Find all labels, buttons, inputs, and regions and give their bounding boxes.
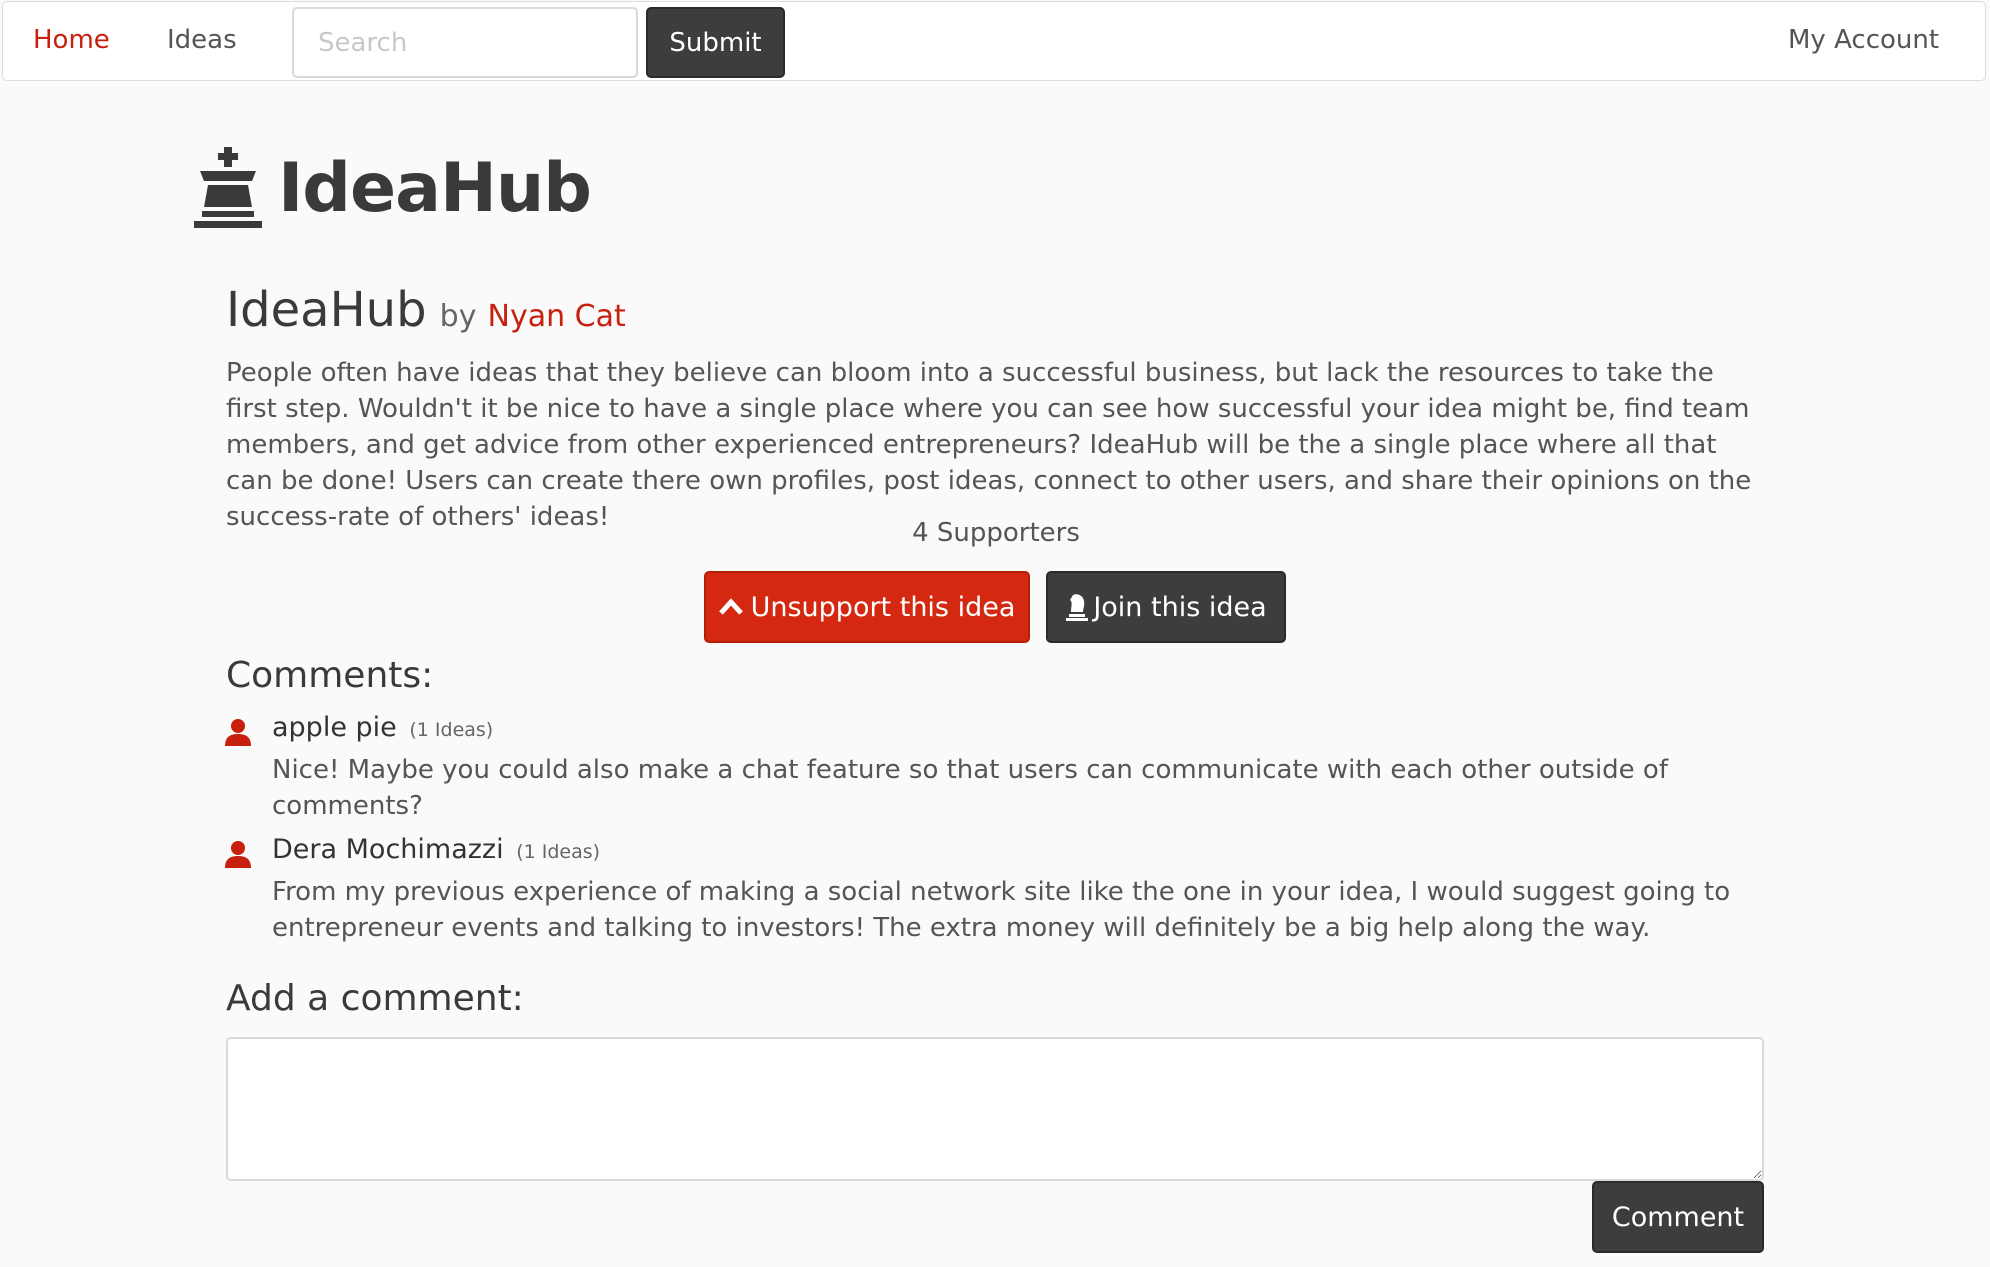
nav-ideas-link[interactable]: Ideas: [167, 25, 237, 55]
idea-by-label: by: [439, 299, 477, 334]
chess-king-icon: [194, 147, 262, 228]
comment-author: apple pie (1 Ideas): [272, 712, 493, 743]
search-input[interactable]: [292, 7, 638, 78]
comment-author-name: Dera Mochimazzi: [272, 834, 504, 865]
idea-title: IdeaHub: [226, 282, 427, 338]
my-account-link[interactable]: My Account: [1788, 25, 1939, 55]
nav-home-link[interactable]: Home: [33, 25, 110, 55]
comment-submit-button[interactable]: Comment: [1592, 1181, 1764, 1253]
comments-heading: Comments:: [226, 655, 434, 696]
brand-header: IdeaHub: [194, 143, 592, 233]
comment-author: Dera Mochimazzi (1 Ideas): [272, 834, 600, 865]
comment-textarea[interactable]: [226, 1037, 1764, 1181]
supporters-count: 4 Supporters: [0, 518, 1990, 548]
comment-text: From my previous experience of making a …: [272, 877, 1731, 943]
comment-author-ideas-count: (1 Ideas): [409, 719, 494, 741]
top-navbar: Home Ideas Submit My Account: [2, 1, 1986, 81]
user-icon: [225, 719, 251, 746]
idea-description: People often have ideas that they believ…: [226, 358, 1752, 532]
supporters-count-text: 4 Supporters: [912, 518, 1080, 548]
unsupport-idea-label: Unsupport this idea: [750, 591, 1016, 623]
add-comment-heading: Add a comment:: [226, 978, 524, 1019]
join-idea-button[interactable]: Join this idea: [1046, 571, 1286, 643]
chess-knight-icon: [1065, 592, 1089, 622]
comment-author-ideas-count: (1 Ideas): [516, 841, 601, 863]
join-idea-label: Join this idea: [1093, 591, 1267, 623]
brand-name: IdeaHub: [278, 148, 592, 228]
comment-author-name: apple pie: [272, 712, 397, 743]
chevron-up-icon: [718, 597, 743, 617]
user-icon: [225, 841, 251, 868]
idea-header: IdeaHub by Nyan Cat: [226, 282, 626, 338]
comment-text: Nice! Maybe you could also make a chat f…: [272, 755, 1668, 821]
search-submit-button[interactable]: Submit: [646, 7, 785, 78]
idea-author-link[interactable]: Nyan Cat: [488, 299, 626, 334]
unsupport-idea-button[interactable]: Unsupport this idea: [704, 571, 1030, 643]
